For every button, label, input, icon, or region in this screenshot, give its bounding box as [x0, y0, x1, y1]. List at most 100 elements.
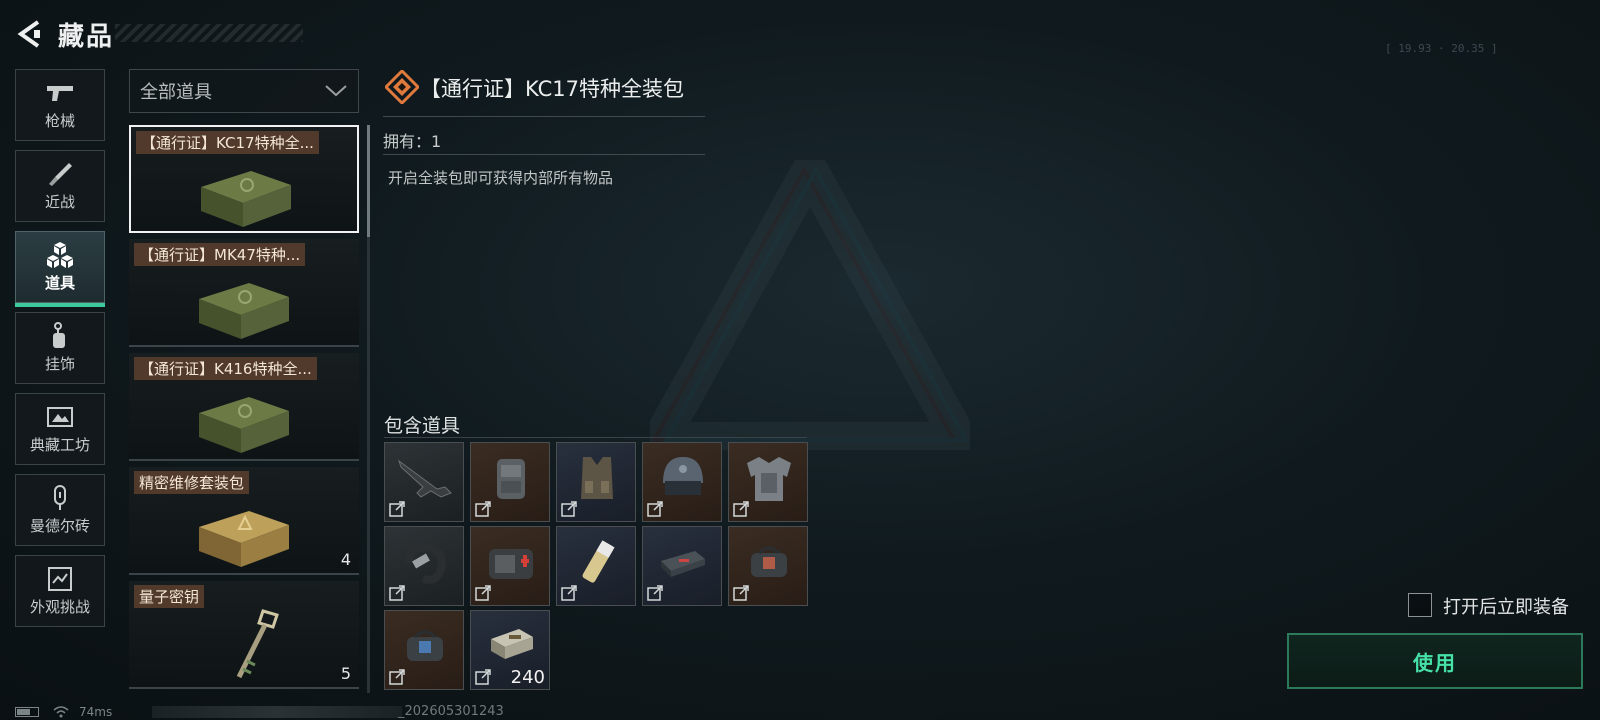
helmet-repair-bag-icon	[407, 630, 443, 661]
header: 藏品	[14, 14, 114, 54]
gold-crate-icon	[199, 511, 289, 567]
item-name: 精密维修套装包	[134, 471, 250, 494]
list-item[interactable]: 【通行证】K416特种全...	[129, 353, 359, 461]
bound-icon	[389, 501, 405, 517]
green-crate-icon	[199, 283, 289, 339]
divider	[383, 154, 705, 155]
background-logo-icon	[650, 160, 970, 450]
body-armor-icon	[747, 457, 791, 501]
content-item-injector[interactable]	[556, 526, 636, 606]
backpack-icon	[497, 459, 525, 499]
content-item-ammo-box[interactable]: 240	[470, 610, 550, 690]
chest-rig-icon	[581, 457, 613, 499]
repair-kit-icon	[661, 551, 705, 577]
sidebar-item-bricks[interactable]: 曼德尔砖	[15, 474, 105, 546]
brick-icon	[54, 485, 66, 510]
scrollbar-thumb[interactable]	[367, 125, 370, 237]
sidebar-item-workshop[interactable]: 典藏工坊	[15, 393, 105, 465]
item-name: 【通行证】MK47特种...	[134, 243, 306, 266]
content-item-helmet[interactable]	[642, 442, 722, 522]
bound-icon	[647, 585, 663, 601]
item-detail-title: 【通行证】KC17特种全装包	[420, 77, 685, 101]
background-deco: [ 19.93 · 20.35 ]	[1385, 42, 1498, 55]
frame-icon	[47, 407, 73, 427]
content-item-body-armor[interactable]	[728, 442, 808, 522]
build-number: _202605301243	[398, 704, 504, 719]
content-item-tourniquet[interactable]	[384, 526, 464, 606]
sidebar-item-charms[interactable]: 挂饰	[15, 312, 105, 384]
sidebar-item-label: 外观挑战	[29, 598, 90, 616]
item-qty: 4	[340, 550, 351, 569]
item-name: 【通行证】K416特种全...	[134, 357, 317, 380]
owned-count: 拥有：1	[383, 132, 442, 151]
green-crate-icon	[201, 171, 291, 227]
filter-selected-value: 全部道具	[140, 82, 212, 103]
bound-icon	[475, 501, 491, 517]
item-qty: 5	[340, 664, 351, 683]
challenge-icon	[48, 567, 72, 591]
back-button[interactable]	[14, 16, 44, 52]
bound-icon	[389, 585, 405, 601]
battery-icon	[15, 707, 39, 717]
sidebar-item-label: 曼德尔砖	[29, 517, 90, 535]
list-item[interactable]: 【通行证】MK47特种...	[129, 239, 359, 347]
content-item-medkit[interactable]	[470, 526, 550, 606]
chevron-down-icon	[325, 85, 347, 97]
item-name: 【通行证】KC17特种全...	[136, 131, 319, 154]
sidebar-item-challenges[interactable]: 外观挑战	[15, 555, 105, 627]
injector-icon	[582, 540, 615, 583]
green-crate-icon	[199, 397, 289, 453]
sidebar-item-label: 典藏工坊	[29, 436, 90, 454]
status-bar: 74ms	[15, 704, 112, 720]
list-item[interactable]: 精密维修套装包 4	[129, 467, 359, 575]
contents-title: 包含道具	[384, 415, 461, 437]
content-item-rifle[interactable]	[384, 442, 464, 522]
ammo-box-icon	[491, 629, 533, 659]
bound-icon	[475, 585, 491, 601]
list-item[interactable]: 【通行证】KC17特种全...	[129, 125, 359, 233]
sidebar-item-label: 道具	[44, 274, 75, 292]
divider	[383, 116, 705, 117]
sidebar-item-melee[interactable]: 近战	[15, 150, 105, 222]
sidebar-item-items[interactable]: 道具	[15, 231, 105, 307]
bound-icon	[733, 585, 749, 601]
title-decoration	[115, 24, 303, 42]
content-count: 240	[510, 667, 545, 688]
rifle-icon	[398, 459, 452, 498]
list-item[interactable]: 量子密钥 5	[129, 581, 359, 689]
sidebar-item-label: 挂饰	[44, 355, 75, 373]
charm-icon	[53, 322, 65, 348]
wifi-icon	[53, 706, 69, 718]
bound-icon	[561, 501, 577, 517]
item-filter-dropdown[interactable]: 全部道具	[129, 69, 359, 113]
item-name: 量子密钥	[134, 585, 205, 608]
bound-icon	[647, 501, 663, 517]
content-item-repair-kit[interactable]	[642, 526, 722, 606]
content-item-armor-repair-bag[interactable]	[728, 526, 808, 606]
knife-icon	[49, 163, 72, 186]
use-button[interactable]: 使用	[1287, 633, 1583, 689]
divider	[384, 437, 807, 438]
sidebar-item-label: 近战	[44, 193, 75, 211]
equip-after-open-checkbox[interactable]	[1408, 593, 1432, 617]
item-description: 开启全装包即可获得内部所有物品	[388, 169, 614, 187]
page-title: 藏品	[58, 21, 115, 52]
armor-repair-bag-icon	[751, 546, 787, 577]
medkit-icon	[489, 549, 533, 579]
use-button-label: 使用	[1413, 650, 1457, 675]
content-item-backpack[interactable]	[470, 442, 550, 522]
content-item-helmet-repair-bag[interactable]	[384, 610, 464, 690]
equip-after-open-label[interactable]: 打开后立即装备	[1443, 593, 1569, 619]
ping-value: 74ms	[79, 705, 113, 719]
item-list: 【通行证】KC17特种全... 【通行证】MK47特种... 【通行证】K416…	[129, 125, 359, 693]
quantum-key-icon	[236, 609, 279, 679]
back-arrow-icon	[17, 20, 40, 48]
content-item-chest-rig[interactable]	[556, 442, 636, 522]
sidebar-item-label: 枪械	[44, 112, 75, 130]
cubes-icon	[47, 242, 73, 268]
sidebar-item-guns[interactable]: 枪械	[15, 69, 105, 141]
tourniquet-icon	[405, 542, 446, 584]
gun-icon	[47, 86, 73, 101]
rarity-diamond-icon	[385, 70, 419, 104]
helmet-icon	[663, 457, 703, 495]
